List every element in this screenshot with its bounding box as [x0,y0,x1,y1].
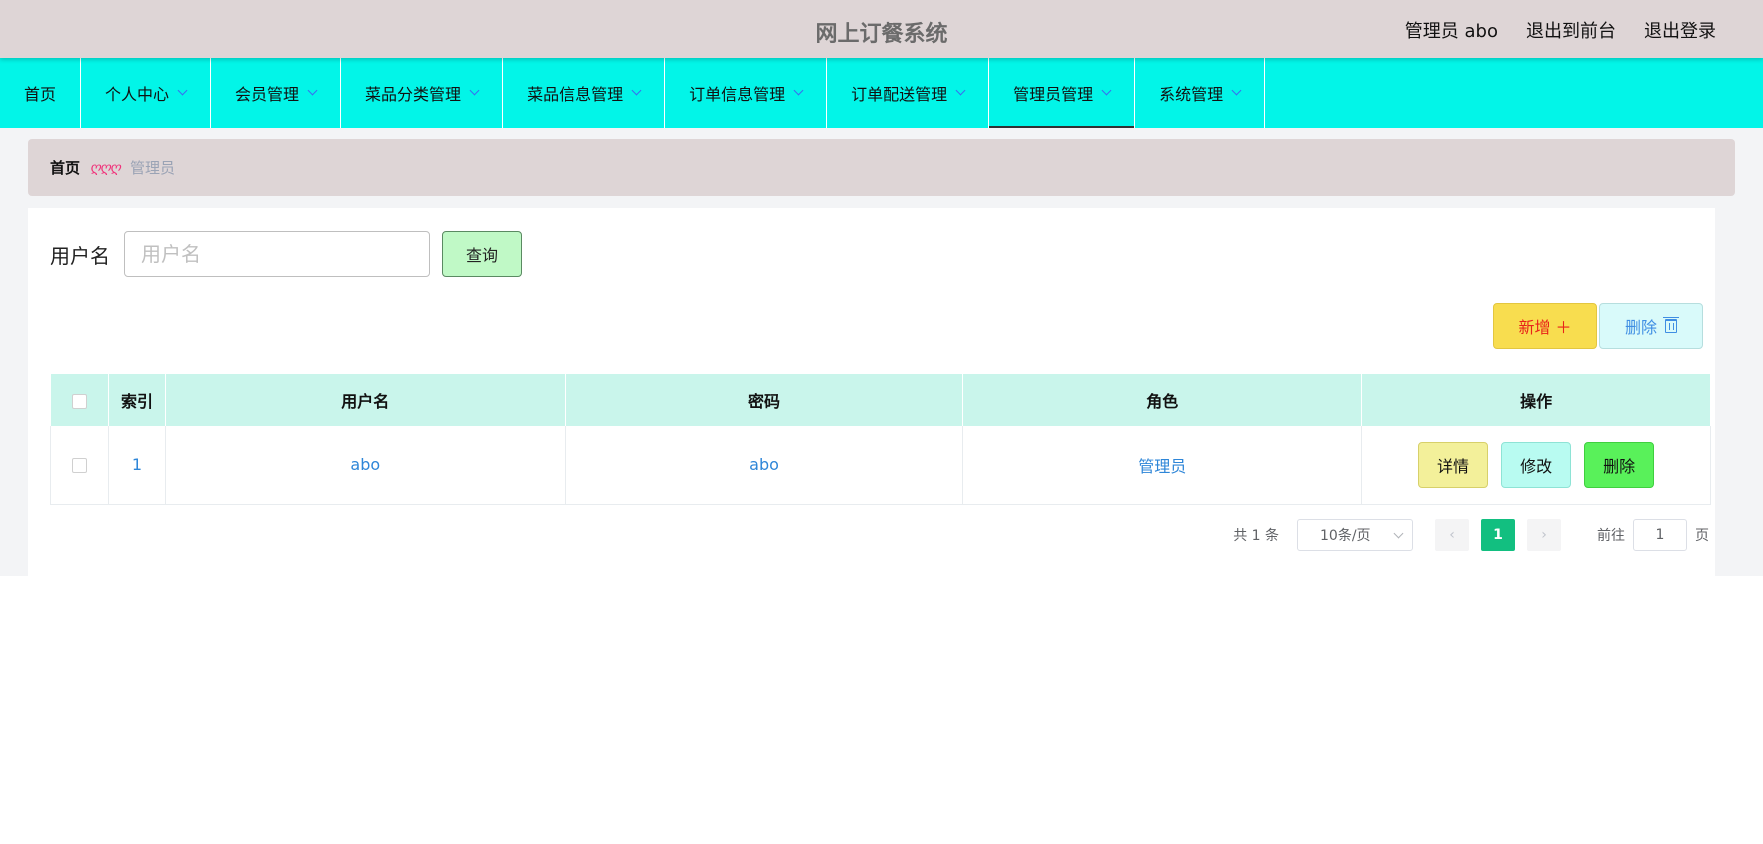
exit-to-frontend-link[interactable]: 退出到前台 [1526,17,1616,43]
chevron-down-icon [1101,85,1112,95]
nav-item-order-info-management[interactable]: 订单信息管理 [665,58,828,128]
breadcrumb-current: 管理员 [130,159,176,177]
select-all-checkbox[interactable] [71,393,87,409]
main-panel: 用户名 查询 新增 ＋ 删除 索引 用户名 密码 角色 操作 [28,208,1715,576]
nav-item-home[interactable]: 首页 [0,58,82,128]
nav-item-personal-center[interactable]: 个人中心 [81,58,212,128]
column-header: 角色 [962,374,1363,426]
header-user-menu: 管理员 abo 退出到前台 退出登录 [1405,17,1716,43]
username-search-input[interactable] [124,231,430,277]
nav-item-label: 菜品分类管理 [365,85,462,104]
goto-label: 前往 [1597,528,1625,544]
current-user-label: 管理员 abo [1404,21,1498,42]
table-header-row: 索引 用户名 密码 角色 操作 [50,374,1711,426]
nav-item-label: 菜品信息管理 [527,85,624,104]
trash-icon [1663,317,1679,333]
table-actions: 新增 ＋ 删除 [1493,303,1703,349]
pagination-total: 共 1 条 [1233,528,1279,544]
column-header: 操作 [1361,374,1711,426]
nav-item-admin-management[interactable]: 管理员管理 [989,58,1136,128]
column-header: 索引 [108,374,166,426]
nav-item-label: 订单信息管理 [689,85,786,104]
nav-item-label: 个人中心 [105,85,170,104]
admin-table: 索引 用户名 密码 角色 操作 1 abo abo 管理员 详情 修改 删除 [50,374,1711,505]
chevron-down-icon [955,85,966,95]
chevron-down-icon [469,85,480,95]
cell-username: abo [165,426,566,505]
delete-row-button[interactable]: 删除 [1584,441,1655,488]
search-label: 用户名 [50,243,110,268]
row-checkbox[interactable] [71,458,87,474]
main-nav: 首页 个人中心 会员管理 菜品分类管理 菜品信息管理 订单信息管理 订单配送管理… [0,58,1763,128]
nav-item-label: 首页 [24,85,57,104]
page-suffix: 页 [1695,528,1709,544]
page-size-value: 10条/页 [1320,528,1371,544]
logout-link[interactable]: 退出登录 [1644,17,1716,43]
chevron-down-icon [1393,528,1404,538]
row-select-cell [50,426,109,505]
add-button[interactable]: 新增 ＋ [1493,303,1597,349]
chevron-down-icon [631,85,642,95]
page-size-select[interactable]: 10条/页 [1297,519,1413,551]
next-page-button[interactable]: › [1527,519,1561,551]
nav-item-label: 订单配送管理 [851,85,948,104]
search-button[interactable]: 查询 [442,231,522,277]
prev-page-button[interactable]: ‹ [1435,519,1469,551]
nav-item-member-management[interactable]: 会员管理 [211,58,342,128]
column-header: 密码 [565,374,964,426]
cell-password: abo [565,426,964,505]
top-header: 网上订餐系统 管理员 abo 退出到前台 退出登录 [0,0,1763,58]
goto-page-input[interactable] [1633,519,1687,551]
nav-item-dish-info-management[interactable]: 菜品信息管理 [503,58,666,128]
chevron-down-icon [1231,85,1242,95]
nav-item-label: 会员管理 [235,85,300,104]
nav-item-system-management[interactable]: 系统管理 [1135,58,1266,128]
table-row: 1 abo abo 管理员 详情 修改 删除 [50,426,1711,505]
breadcrumb-separator-icon: ღღღ [90,159,121,176]
edit-button[interactable]: 修改 [1501,441,1572,488]
column-header: 用户名 [165,374,566,426]
cell-role: 管理员 [962,426,1363,505]
breadcrumb-home[interactable]: 首页 [50,157,80,178]
cell-index: 1 [108,426,166,505]
chevron-down-icon [307,85,318,95]
pagination: 共 1 条 10条/页 ‹ 1 › 前往 页 [1233,519,1709,551]
detail-button[interactable]: 详情 [1417,441,1488,488]
delete-button-label: 删除 [1624,318,1657,337]
chevron-down-icon [793,85,804,95]
cell-operations: 详情 修改 删除 [1361,426,1711,505]
batch-delete-button[interactable]: 删除 [1599,303,1703,349]
page-number-current[interactable]: 1 [1481,519,1515,551]
nav-item-label: 系统管理 [1159,85,1224,104]
select-all-header [50,374,109,426]
nav-item-order-delivery-management[interactable]: 订单配送管理 [827,58,990,128]
search-form: 用户名 查询 [50,231,522,277]
nav-item-dish-category-management[interactable]: 菜品分类管理 [341,58,504,128]
nav-item-label: 管理员管理 [1013,85,1094,104]
breadcrumb: 首页 ღღღ 管理员 [28,139,1735,196]
add-button-label: 新增 ＋ [1518,318,1572,337]
chevron-down-icon [177,85,188,95]
